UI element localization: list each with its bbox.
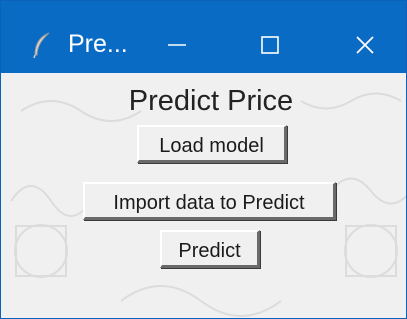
maximize-icon (261, 36, 279, 54)
import-data-button[interactable]: Import data to Predict (83, 182, 336, 220)
maximize-button[interactable] (250, 23, 290, 67)
page-title: Predict Price (128, 85, 294, 117)
window-title: Pre... (68, 30, 128, 58)
app-window: Pre... Predict Price Load model Import d… (0, 0, 407, 319)
minimize-icon (168, 44, 186, 46)
close-icon (356, 36, 374, 54)
load-model-button[interactable]: Load model (137, 125, 287, 163)
title-bar[interactable]: Pre... (1, 1, 406, 73)
feather-icon (33, 32, 50, 59)
close-button[interactable] (345, 23, 385, 67)
minimize-button[interactable] (157, 23, 197, 67)
main-content: Predict Price Load model Import data to … (1, 73, 406, 318)
predict-button[interactable]: Predict (160, 230, 260, 268)
